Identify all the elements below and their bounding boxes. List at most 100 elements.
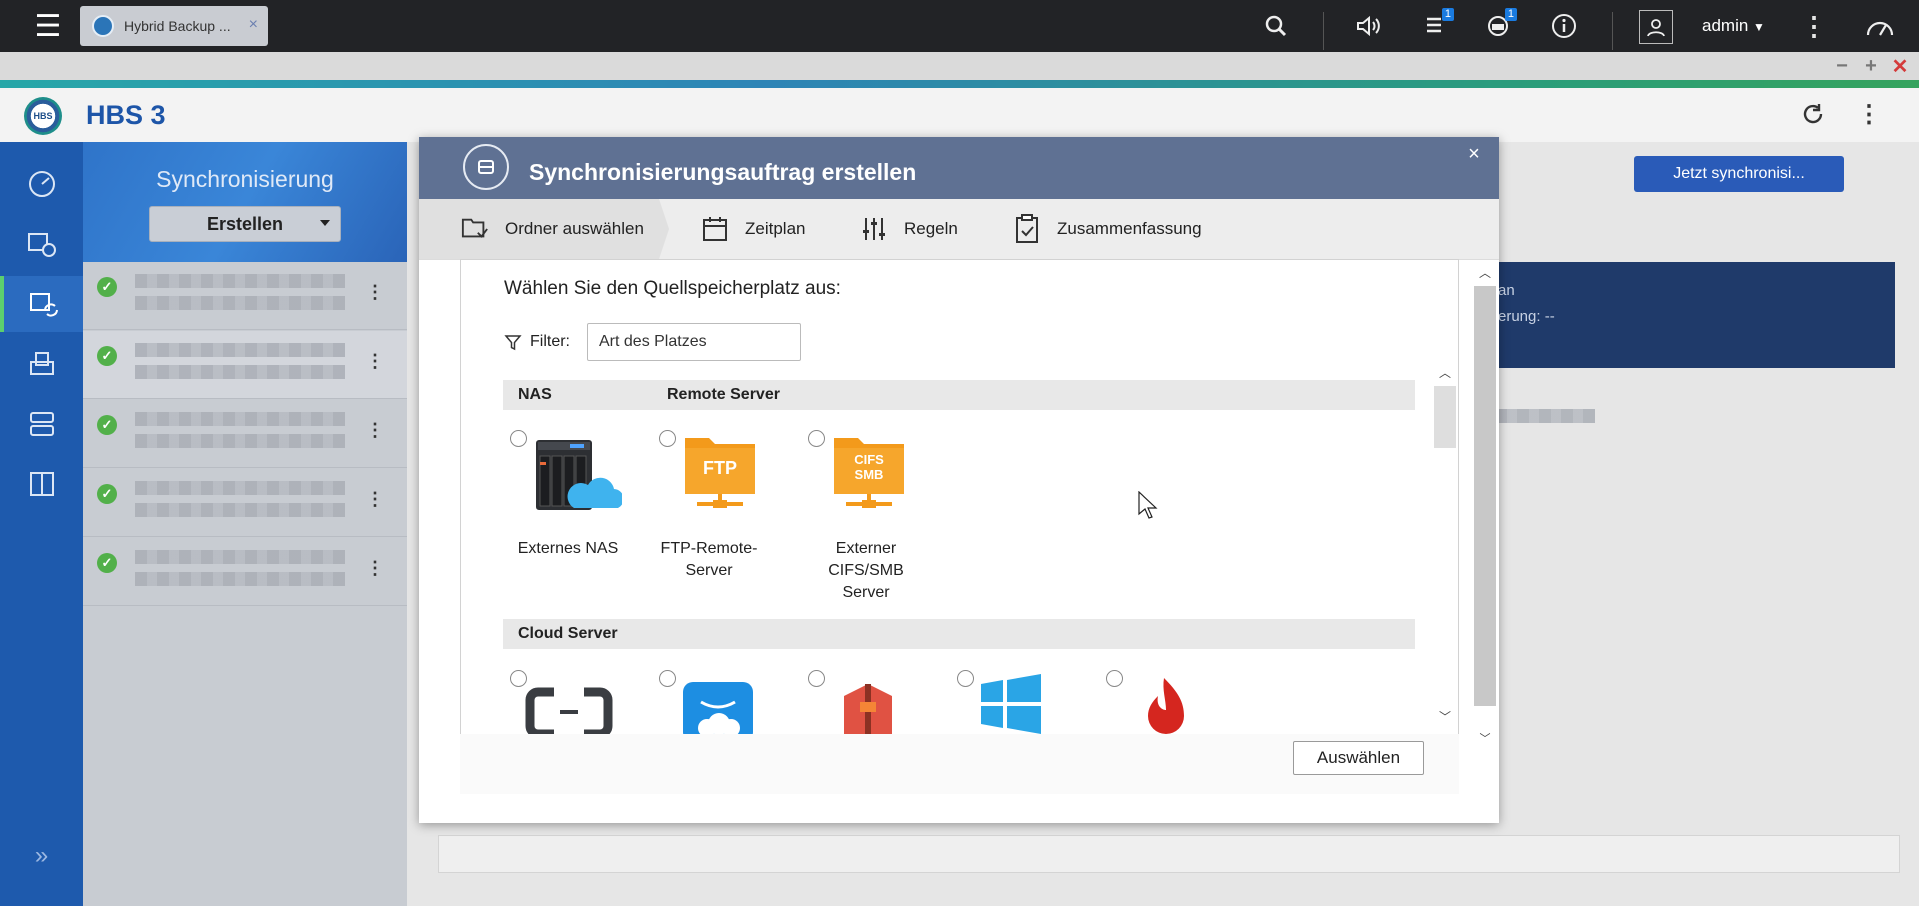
accent-strip: [0, 80, 1919, 88]
more-options-icon[interactable]: ⋮: [1796, 8, 1832, 44]
scroll-up-icon[interactable]: ︿: [1478, 264, 1492, 280]
radio-external-nas[interactable]: [510, 430, 527, 447]
scroll-down-icon[interactable]: ﹀: [1438, 708, 1452, 724]
option-azure[interactable]: [957, 670, 1057, 734]
job-menu-icon[interactable]: ⋮: [366, 558, 384, 579]
job-row[interactable]: ✓ ⋮: [83, 469, 407, 537]
scroll-up-icon[interactable]: ︿: [1438, 364, 1452, 380]
tab-label: Hybrid Backup ...: [124, 18, 231, 34]
close-window-icon[interactable]: ✕: [1890, 56, 1910, 78]
panel-scrollbar[interactable]: ︿ ﹀: [1474, 262, 1496, 745]
sync-icon[interactable]: [0, 276, 83, 332]
app-tab[interactable]: Hybrid Backup ... ×: [80, 6, 268, 46]
option-amazon-drive[interactable]: [659, 670, 759, 734]
job-menu-icon[interactable]: ⋮: [366, 489, 384, 510]
option-ftp[interactable]: FTP FTP-Remote-Server: [659, 430, 779, 600]
folder-select-icon: [461, 215, 489, 243]
scroll-thumb[interactable]: [1434, 386, 1456, 448]
user-menu[interactable]: admin ▼: [1702, 16, 1765, 36]
separator: [1323, 12, 1324, 50]
expand-nav-icon[interactable]: »: [0, 828, 83, 884]
radio-azure[interactable]: [957, 670, 974, 687]
job-row[interactable]: ✓ ⋮: [83, 331, 407, 399]
job-name-redacted: [135, 481, 345, 495]
services-icon[interactable]: [0, 336, 83, 392]
create-dropdown[interactable]: Erstellen: [149, 206, 341, 242]
logs-icon[interactable]: [0, 456, 83, 512]
step-label: Ordner auswählen: [505, 219, 644, 238]
amazon-drive-icon: [683, 682, 753, 734]
job-detail-redacted: [135, 503, 345, 517]
job-name-redacted: [135, 412, 345, 426]
section-label-nas: NAS: [518, 386, 552, 403]
radio-amazon-drive[interactable]: [659, 670, 676, 687]
step-summary[interactable]: Zusammenfassung: [1013, 199, 1202, 259]
sync-now-button[interactable]: Jetzt synchronisi...: [1634, 156, 1844, 192]
status-ok-icon: ✓: [97, 553, 117, 573]
radio-backblaze[interactable]: [1106, 670, 1123, 687]
dashboard-icon[interactable]: [1862, 8, 1898, 44]
cifs-smb-badge: CIFS SMB: [842, 452, 896, 482]
job-row[interactable]: ✓ ⋮: [83, 262, 407, 330]
cifs-badge-text: CIFS: [854, 452, 884, 467]
tasks-icon[interactable]: 1: [1418, 8, 1454, 44]
hamburger-menu-icon[interactable]: ☰: [26, 8, 70, 44]
status-ok-icon: ✓: [97, 346, 117, 366]
step-folder[interactable]: Ordner auswählen: [461, 199, 644, 259]
minimize-icon[interactable]: −: [1832, 55, 1852, 77]
scroll-down-icon[interactable]: ﹀: [1478, 730, 1492, 745]
storage-spaces-icon[interactable]: [0, 396, 83, 452]
ftp-badge: FTP: [703, 458, 737, 478]
job-row[interactable]: ✓ ⋮: [83, 400, 407, 468]
step-label: Regeln: [904, 219, 958, 238]
dialog-close-icon[interactable]: ×: [1462, 142, 1486, 166]
user-name: admin: [1702, 16, 1749, 35]
amazon-s3-icon: [844, 684, 892, 734]
app-more-icon[interactable]: ⋮: [1851, 96, 1887, 132]
tab-close-icon[interactable]: ×: [249, 16, 258, 34]
options-scrollbar[interactable]: ︿ ﹀: [1434, 362, 1456, 734]
overview-icon[interactable]: [0, 156, 83, 212]
filter-text: Filter:: [530, 333, 570, 350]
option-external-nas[interactable]: Externes NAS: [510, 430, 630, 600]
volume-icon[interactable]: [1352, 8, 1388, 44]
job-info-panel: an erung: --: [1490, 262, 1895, 368]
sliders-icon: [860, 215, 888, 243]
chevron-down-icon: [320, 220, 330, 226]
maximize-icon[interactable]: +: [1861, 55, 1881, 77]
ftp-folder-icon: FTP: [683, 434, 757, 515]
dialog-title: Synchronisierungsauftrag erstellen: [529, 159, 917, 185]
radio-cifs-smb[interactable]: [808, 430, 825, 447]
radio-amazon-s3[interactable]: [808, 670, 825, 687]
chevron-down-icon: ▼: [1753, 20, 1765, 34]
select-button[interactable]: Auswählen: [1293, 741, 1424, 775]
search-icon[interactable]: [1258, 8, 1294, 44]
info-icon[interactable]: [1546, 8, 1582, 44]
source-prompt: Wählen Sie den Quellspeicherplatz aus:: [504, 278, 841, 299]
job-name-redacted: [135, 274, 345, 288]
job-menu-icon[interactable]: ⋮: [366, 420, 384, 441]
job-menu-icon[interactable]: ⋮: [366, 282, 384, 303]
event-badge: 1: [1504, 8, 1517, 21]
option-alibaba-cloud[interactable]: [510, 670, 613, 734]
user-avatar-icon[interactable]: [1639, 10, 1673, 44]
option-backblaze[interactable]: [1106, 670, 1206, 734]
hbs-app-icon: [92, 15, 114, 37]
filter-input[interactable]: [587, 323, 801, 361]
option-amazon-s3[interactable]: [808, 670, 908, 734]
job-menu-icon[interactable]: ⋮: [366, 351, 384, 372]
step-schedule[interactable]: Zeitplan: [701, 199, 805, 259]
event-icon[interactable]: 1: [1481, 8, 1517, 44]
step-rules[interactable]: Regeln: [860, 199, 958, 259]
sync-job-icon: [463, 144, 509, 190]
section-header-cloud: Cloud Server: [503, 619, 1415, 649]
radio-ftp[interactable]: [659, 430, 676, 447]
job-row[interactable]: ✓ ⋮: [83, 538, 407, 606]
scroll-thumb[interactable]: [1474, 286, 1496, 706]
status-ok-icon: ✓: [97, 277, 117, 297]
job-detail-redacted: [135, 296, 345, 310]
refresh-icon[interactable]: [1795, 96, 1831, 132]
backup-restore-icon[interactable]: [0, 216, 83, 272]
step-label: Zusammenfassung: [1057, 219, 1202, 238]
option-cifs-smb[interactable]: CIFS SMB Externer CIFS/SMB Server: [808, 430, 928, 601]
